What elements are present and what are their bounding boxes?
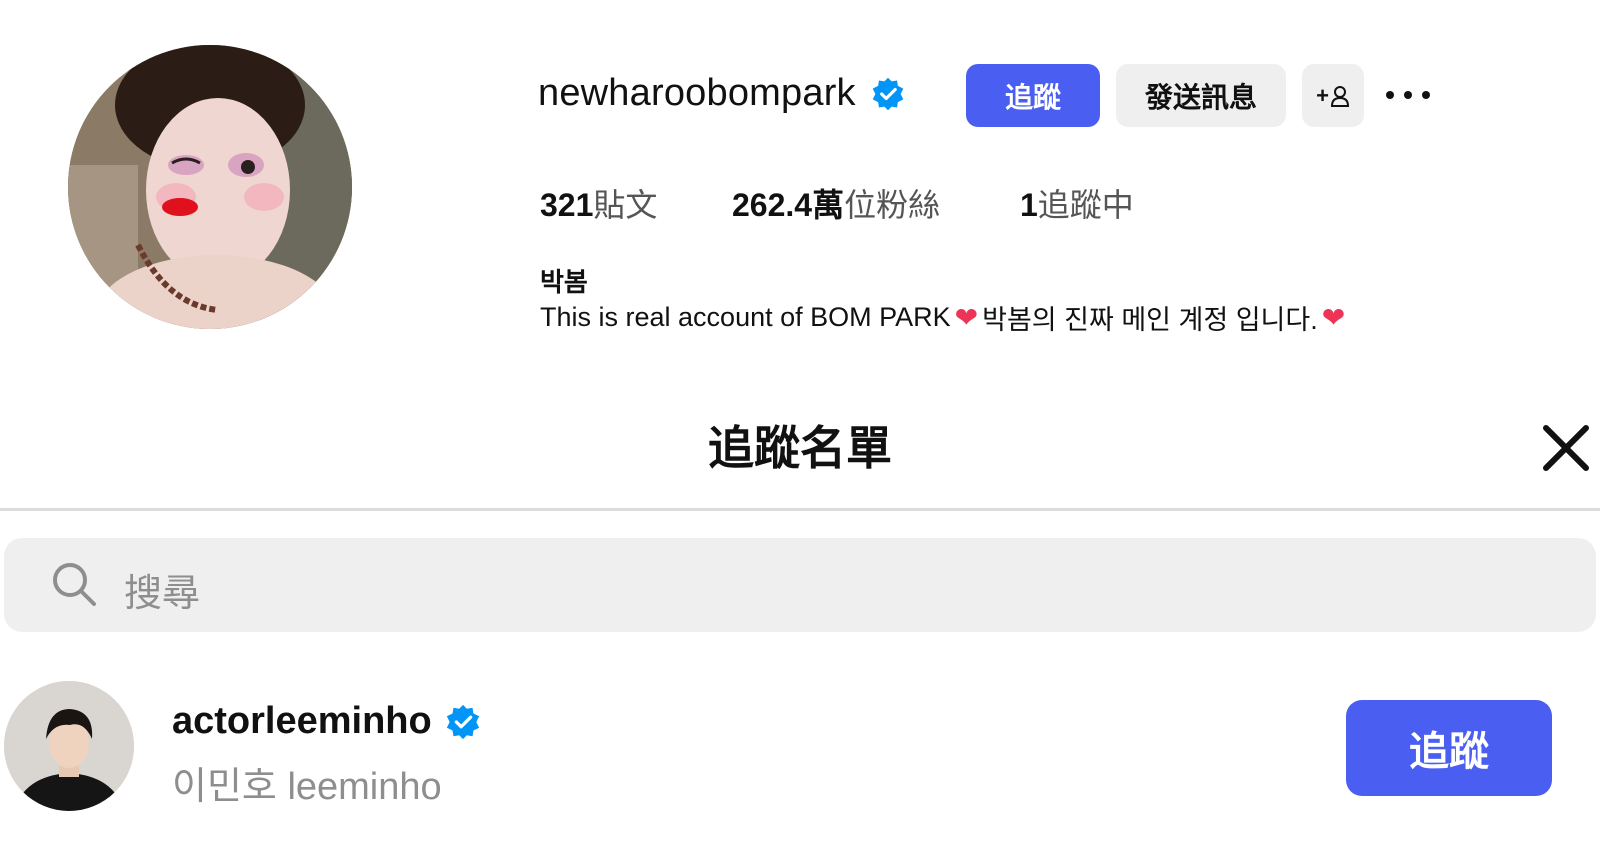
followers-count: 262.4萬 bbox=[732, 187, 845, 223]
leeminho-photo bbox=[4, 681, 134, 811]
profile-username-row: newharoobompark bbox=[538, 72, 906, 115]
posts-stat: 321貼文 bbox=[540, 180, 657, 226]
plus-label: + bbox=[1316, 82, 1329, 108]
bio-text-korean: 박봄의 진짜 메인 계정 입니다. bbox=[982, 305, 1318, 335]
profile-username: newharoobompark bbox=[538, 72, 856, 114]
followers-stat[interactable]: 262.4萬位粉絲 bbox=[732, 180, 940, 226]
heart-emoji-icon: ❤ bbox=[954, 302, 979, 333]
following-modal-title: 追蹤名單 bbox=[708, 422, 892, 474]
list-item-username[interactable]: actorleeminho bbox=[172, 700, 432, 743]
search-icon bbox=[53, 563, 96, 606]
send-message-button[interactable]: 發送訊息 bbox=[1116, 64, 1286, 127]
modal-divider bbox=[0, 508, 1600, 511]
followers-label: 位粉絲 bbox=[844, 187, 941, 223]
bio-text-english: This is real account of BOM PARK bbox=[540, 302, 951, 332]
profile-photo bbox=[68, 45, 352, 329]
more-options-icon[interactable] bbox=[1386, 80, 1430, 110]
person-icon bbox=[1330, 85, 1349, 107]
following-label: 追蹤中 bbox=[1037, 187, 1134, 223]
following-stat[interactable]: 1追蹤中 bbox=[1020, 180, 1134, 226]
search-input[interactable] bbox=[4, 538, 1596, 632]
list-item-username-row: actorleeminho bbox=[172, 700, 482, 743]
avatar[interactable] bbox=[4, 681, 134, 811]
verified-badge-icon bbox=[872, 77, 904, 110]
follow-button[interactable]: 追蹤 bbox=[966, 64, 1100, 127]
profile-bio: This is real account of BOM PARK ❤ 박봄의 진… bbox=[540, 298, 1349, 337]
list-item-follow-button[interactable]: 追蹤 bbox=[1346, 700, 1552, 796]
suggest-users-button[interactable]: + bbox=[1302, 64, 1364, 127]
search-placeholder: 搜尋 bbox=[124, 573, 201, 615]
list-item-full-name: 이민호 leeminho bbox=[172, 766, 442, 808]
profile-avatar[interactable] bbox=[68, 45, 352, 329]
posts-count: 321 bbox=[540, 187, 594, 223]
heart-emoji-icon: ❤ bbox=[1321, 302, 1346, 333]
close-icon[interactable] bbox=[1540, 422, 1592, 474]
following-count: 1 bbox=[1020, 187, 1038, 223]
verified-badge-icon bbox=[446, 704, 479, 739]
posts-label: 貼文 bbox=[593, 187, 658, 223]
profile-full-name: 박봄 bbox=[540, 267, 588, 297]
